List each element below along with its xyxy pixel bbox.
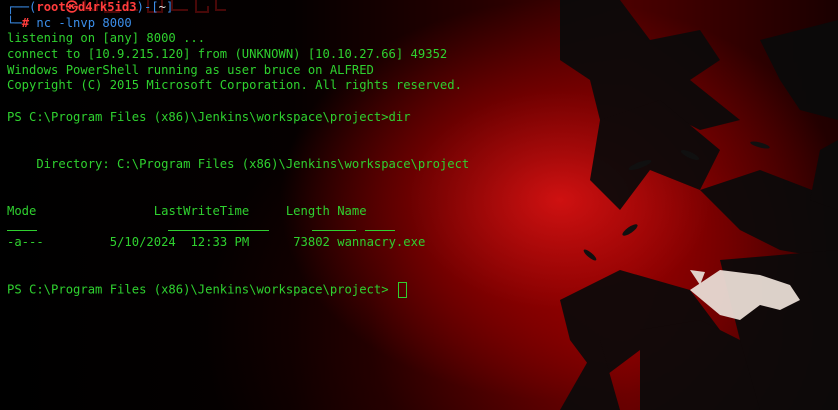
prompt-host: d4rk5id3 — [77, 0, 137, 14]
output-listening: listening on [any] 8000 ... — [7, 31, 206, 46]
separator-length — [312, 224, 356, 231]
table-row: -a--- 5/10/2024 12:33 PM 73802 wannacry.… — [7, 235, 838, 251]
ps-prompt-final: PS C:\Program Files (x86)\Jenkins\worksp… — [7, 282, 396, 297]
header-mode: Mode — [7, 203, 37, 218]
prompt-hash: # — [21, 15, 30, 30]
prompt-at-symbol: ㉿ — [65, 0, 78, 14]
command-line: └─# nc -lnvp 8000 — [7, 16, 838, 32]
row-mode: -a--- — [7, 235, 44, 250]
separator-name — [365, 224, 395, 231]
output-connect: connect to [10.9.215.120] from (UNKNOWN)… — [7, 47, 448, 62]
header-length: Length — [285, 203, 330, 218]
header-name: Name — [337, 203, 367, 218]
table-separator-row — [7, 220, 838, 236]
row-name: wannacry.exe — [337, 235, 426, 250]
separator-mode — [7, 224, 37, 231]
text-cursor — [397, 282, 407, 299]
separator-last-write-time — [168, 224, 269, 231]
prompt-line: ┌──(root㉿d4rk5id3)-[~] — [7, 0, 838, 16]
prompt-corner-bottom: └─ — [7, 15, 22, 30]
terminal-output: ┌──(root㉿d4rk5id3)-[~] └─# nc -lnvp 8000… — [0, 0, 838, 299]
prompt-dir-close: ] — [165, 0, 174, 14]
output-ps-banner: Windows PowerShell running as user bruce… — [7, 62, 374, 77]
row-time: 12:33 PM — [190, 235, 250, 250]
row-length: 73802 — [293, 235, 330, 250]
ps-prompt-final-line[interactable]: PS C:\Program Files (x86)\Jenkins\worksp… — [7, 282, 838, 299]
prompt-dir: ~ — [158, 0, 166, 14]
ps-prompt-dir-command: PS C:\Program Files (x86)\Jenkins\worksp… — [7, 109, 411, 124]
output-copyright: Copyright (C) 2015 Microsoft Corporation… — [7, 78, 462, 93]
command-text: nc -lnvp 8000 — [36, 15, 132, 30]
prompt-dir-open: )-[ — [136, 0, 159, 14]
row-date: 5/10/2024 — [109, 235, 176, 250]
terminal-window[interactable]: ┌──(root㉿d4rk5id3)-[~] └─# nc -lnvp 8000… — [0, 0, 838, 410]
header-last-write-time: LastWriteTime — [153, 203, 250, 218]
prompt-user: root — [36, 0, 66, 14]
table-header-row: Mode LastWriteTime Length Name — [7, 204, 838, 220]
prompt-corner-top: ┌──( — [7, 0, 37, 14]
directory-header: Directory: C:\Program Files (x86)\Jenkin… — [7, 156, 470, 171]
